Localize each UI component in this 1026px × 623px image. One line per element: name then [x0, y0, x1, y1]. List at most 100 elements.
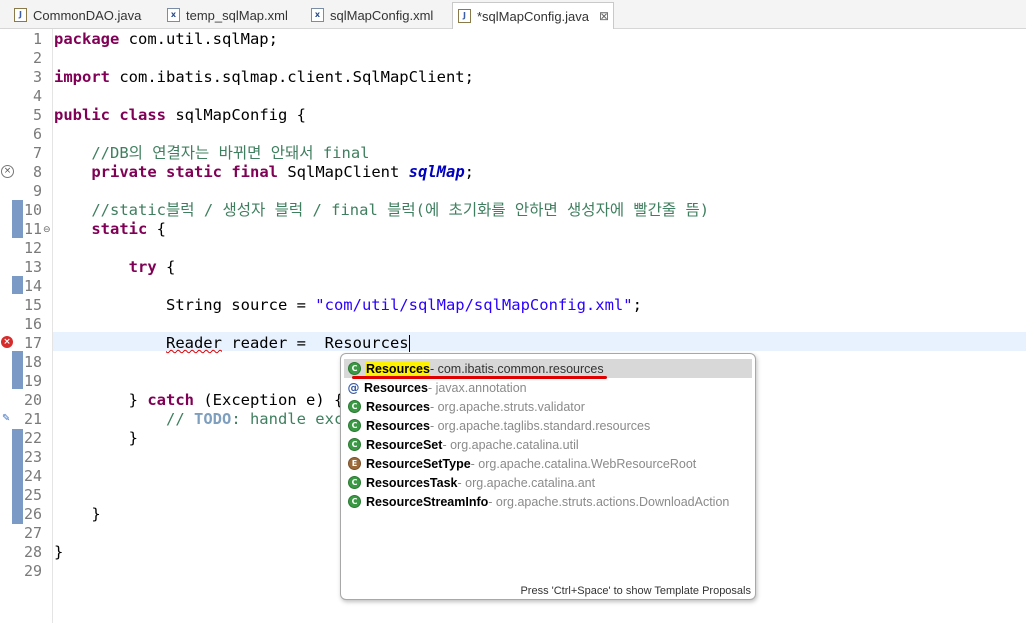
popup-footer-hint: Press 'Ctrl+Space' to show Template Prop…	[520, 585, 751, 597]
proposal-package: - javax.annotation	[427, 380, 527, 395]
proposal-name: Resources	[364, 380, 428, 395]
java-file-icon: J	[458, 9, 471, 23]
line-number: 23	[23, 448, 42, 466]
tab-label: sqlMapConfig.xml	[330, 7, 434, 23]
code-text: sqlMapConfig {	[166, 106, 306, 124]
red-annotation-underline	[352, 376, 607, 379]
code-line-26: }	[54, 505, 101, 523]
class-icon: C	[348, 419, 361, 432]
code-text: }	[128, 391, 148, 409]
line-number: 27	[23, 524, 42, 542]
xml-file-icon: x	[167, 8, 180, 22]
keyword: catch	[147, 391, 194, 409]
line-number: 26	[23, 505, 42, 523]
line-number: 21	[23, 410, 42, 428]
line-number: 22	[23, 429, 42, 447]
code-text: String source =	[165, 296, 316, 314]
error-type-name: Reader	[165, 334, 222, 352]
proposal-name: ResourcesTask	[366, 475, 458, 490]
line-number: 3	[32, 68, 42, 86]
proposal-item[interactable]: C Resources - org.apache.taglibs.standar…	[344, 416, 752, 435]
proposal-package: - org.apache.catalina.WebResourceRoot	[470, 456, 697, 471]
proposal-name: ResourceSet	[366, 437, 443, 452]
line-number: 9	[32, 182, 42, 200]
line-number: 6	[32, 125, 42, 143]
code-line-15: String source = "com/util/sqlMap/sqlMapC…	[54, 296, 642, 315]
line-number: 14	[23, 277, 42, 295]
proposal-item[interactable]: C Resources - org.apache.struts.validato…	[344, 397, 752, 416]
class-icon: C	[348, 362, 361, 375]
line-number: 10	[23, 201, 42, 219]
editor-tab-bar: J CommonDAO.java x temp_sqlMap.xml x sql…	[0, 0, 1026, 29]
comment-text: : handle exce	[231, 410, 353, 428]
code-text: com.util.sqlMap;	[119, 30, 278, 48]
proposal-item[interactable]: C ResourceSet - org.apache.catalina.util	[344, 435, 752, 454]
keyword: final	[231, 163, 279, 181]
proposal-package: - org.apache.catalina.ant	[457, 475, 596, 490]
proposal-item[interactable]: C ResourcesTask - org.apache.catalina.an…	[344, 473, 752, 492]
annotation-icon: @	[347, 380, 360, 395]
line-number: 17	[23, 334, 42, 352]
keyword: package	[54, 30, 120, 48]
proposal-item[interactable]: C ResourceStreamInfo - org.apache.struts…	[344, 492, 752, 511]
code-line-28: }	[54, 543, 64, 561]
line-number: 13	[23, 258, 42, 276]
line-number: 7	[32, 144, 42, 162]
comment-text: //	[165, 410, 194, 428]
code-text: {	[156, 258, 176, 276]
line-number: 29	[23, 562, 42, 580]
tab-sqlmapconfig-xml[interactable]: x sqlMapConfig.xml	[311, 3, 433, 27]
class-icon: C	[348, 438, 361, 451]
keyword: import	[54, 68, 110, 86]
line-number: 5	[32, 106, 42, 124]
todo-tag: TODO	[193, 410, 232, 428]
code-line-8: private static final SqlMapClient sqlMap…	[54, 163, 474, 182]
content-assist-popup[interactable]: C Resources - com.ibatis.common.resource…	[340, 353, 756, 600]
line-number: 25	[23, 486, 42, 504]
proposal-name: Resources	[366, 361, 430, 376]
line-number: 11	[23, 220, 42, 238]
fold-collapse-icon[interactable]: ⊖	[43, 225, 51, 235]
tab-commondao-java[interactable]: J CommonDAO.java	[14, 3, 141, 27]
code-line-17[interactable]: Reader reader = Resources	[54, 334, 410, 353]
code-text: SqlMapClient	[278, 163, 409, 181]
line-number: 4	[32, 87, 42, 105]
proposal-item[interactable]: @ Resources - javax.annotation	[344, 378, 752, 397]
code-line-10: //static블럭 / 생성자 블럭 / final 블럭(에 초기화를 안하…	[54, 201, 710, 219]
close-tab-icon[interactable]: ⊠	[599, 9, 609, 23]
code-text: ;	[464, 163, 475, 181]
line-number: 12	[23, 239, 42, 257]
proposal-package: - org.apache.struts.actions.DownloadActi…	[488, 494, 730, 509]
line-number: 20	[23, 391, 42, 409]
proposal-item[interactable]: E ResourceSetType - org.apache.catalina.…	[344, 454, 752, 473]
proposal-name: ResourceSetType	[366, 456, 471, 471]
proposal-package: - org.apache.catalina.util	[442, 437, 579, 452]
line-number: 2	[32, 49, 42, 67]
proposal-package: - org.apache.taglibs.standard.resources	[429, 418, 651, 433]
code-line-11: static {	[54, 220, 166, 239]
proposal-name: Resources	[366, 418, 430, 433]
class-icon: C	[348, 400, 361, 413]
code-line-1: package com.util.sqlMap;	[54, 30, 278, 49]
line-number: 28	[23, 543, 42, 561]
line-number: 19	[23, 372, 42, 390]
tab-label: *sqlMapConfig.java	[477, 8, 590, 24]
code-line-13: try {	[54, 258, 176, 277]
tab-label: temp_sqlMap.xml	[186, 7, 288, 23]
keyword: public	[54, 106, 110, 124]
code-line-7: //DB의 연결자는 바뀌면 안돼서 final	[54, 144, 370, 162]
code-line-3: import com.ibatis.sqlmap.client.SqlMapCl…	[54, 68, 474, 87]
code-text: {	[147, 220, 166, 238]
code-line-5: public class sqlMapConfig {	[54, 106, 306, 125]
tab-sqlmapconfig-java[interactable]: J *sqlMapConfig.java ⊠	[452, 2, 614, 29]
xml-file-icon: x	[311, 8, 324, 22]
line-number: 1	[32, 30, 42, 48]
tab-temp-sqlmap-xml[interactable]: x temp_sqlMap.xml	[167, 3, 288, 27]
code-line-21: // TODO: handle exce	[54, 410, 353, 429]
